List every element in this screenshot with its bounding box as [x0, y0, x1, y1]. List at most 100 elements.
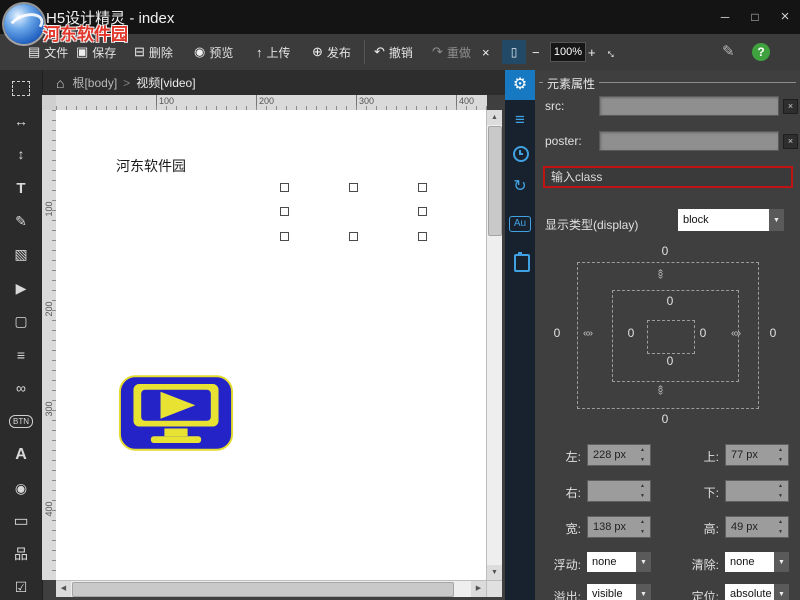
redo-button[interactable]: ↷ 重做	[432, 34, 471, 70]
overflow-value: visible	[587, 584, 636, 600]
display-select[interactable]: block ▼	[678, 209, 784, 231]
canvas-text-element[interactable]: 河东软件园	[116, 156, 186, 176]
minimize-button[interactable]: ─	[714, 7, 736, 27]
clear-poster-button[interactable]: ×	[783, 134, 798, 149]
position-value: absolute	[725, 584, 774, 600]
left-field[interactable]: 228 px	[587, 444, 651, 466]
tool-button[interactable]: BTN	[7, 407, 35, 435]
timeline-panel-button[interactable]	[513, 146, 529, 162]
float-select[interactable]: none ▼	[587, 552, 651, 572]
audio-panel-button[interactable]: Au	[509, 216, 531, 232]
clipboard-panel-button[interactable]	[514, 254, 530, 272]
tool-label[interactable]: A	[7, 441, 35, 469]
zoom-out-button[interactable]: −	[532, 34, 540, 70]
canvas-logo-image[interactable]	[118, 374, 234, 452]
close-button[interactable]: ×	[774, 7, 796, 27]
animation-panel-button[interactable]: ↻	[505, 176, 535, 196]
tool-text[interactable]: T	[7, 174, 35, 202]
scroll-up-icon[interactable]: ▲	[487, 110, 502, 125]
poster-input[interactable]	[599, 131, 779, 151]
properties-panel-button[interactable]: ⚙	[505, 70, 535, 100]
tool-radio[interactable]: ◉	[7, 474, 35, 502]
delete-button[interactable]: ⊟ 删除	[134, 34, 173, 70]
selection-handle[interactable]	[349, 183, 358, 192]
spinner-icon[interactable]	[640, 482, 649, 500]
clear-select[interactable]: none ▼	[725, 552, 789, 572]
spinner-icon[interactable]	[778, 446, 787, 464]
design-canvas[interactable]: 河东软件园	[56, 110, 486, 580]
selection-handle[interactable]	[418, 207, 427, 216]
selection-handle[interactable]	[280, 207, 289, 216]
selection-handle[interactable]	[418, 232, 427, 241]
right-field[interactable]	[587, 480, 651, 502]
tool-form[interactable]: ✎	[7, 207, 35, 235]
redo-label: 重做	[447, 44, 471, 61]
breadcrumb-root[interactable]: 根[body]	[72, 74, 117, 91]
vertical-scrollbar[interactable]: ▲ ▼	[486, 110, 502, 580]
selection-handle[interactable]	[280, 183, 289, 192]
upload-button[interactable]: ↑ 上传	[256, 34, 291, 70]
undo-button[interactable]: ↶ 撤销	[374, 34, 413, 70]
margin-right-value: 0	[763, 326, 783, 340]
spinner-icon[interactable]	[640, 518, 649, 536]
home-icon[interactable]: ⌂	[56, 75, 64, 91]
spinner-icon[interactable]	[640, 446, 649, 464]
box-model-content	[647, 320, 695, 354]
tool-horizontal-resize[interactable]: ↔	[7, 107, 35, 135]
spinner-icon[interactable]	[778, 518, 787, 536]
tool-video[interactable]: ▶	[7, 274, 35, 302]
scroll-down-icon[interactable]: ▼	[487, 565, 502, 580]
width-field[interactable]: 138 px	[587, 516, 651, 538]
device-view-button[interactable]: ▯	[502, 40, 526, 64]
tool-textarea[interactable]: ≡	[7, 341, 35, 369]
tool-tree[interactable]: 品	[7, 540, 35, 568]
clear-canvas-button[interactable]: ×	[482, 34, 490, 70]
margin-bottom-value: 0	[655, 412, 675, 426]
clear-src-button[interactable]: ×	[783, 99, 798, 114]
redo-icon: ↷	[432, 44, 443, 60]
ruler-label: 200	[256, 95, 274, 110]
rect-icon: ▭	[13, 511, 28, 531]
preview-label: 预览	[209, 44, 233, 61]
scroll-right-icon[interactable]: ▶	[471, 581, 486, 597]
selection-handle[interactable]	[280, 232, 289, 241]
scroll-left-icon[interactable]: ◀	[56, 581, 71, 597]
tool-link[interactable]: ∞	[7, 374, 35, 402]
horizontal-scroll-thumb[interactable]	[72, 582, 454, 597]
tool-image[interactable]: ▧	[7, 240, 35, 268]
position-select[interactable]: absolute ▼	[725, 584, 789, 600]
zoom-in-button[interactable]: +	[588, 34, 596, 70]
horizontal-scrollbar[interactable]: ◀ ▶	[56, 580, 486, 597]
top-field[interactable]: 77 px	[725, 444, 789, 466]
save-button[interactable]: ▣ 保存	[76, 34, 116, 70]
selection-handle[interactable]	[349, 232, 358, 241]
file-button[interactable]: ▤ 文件	[28, 34, 68, 70]
help-button[interactable]: ?	[752, 43, 770, 61]
zoom-level[interactable]: 100%	[550, 42, 586, 62]
tool-checkbox[interactable]: ☑	[7, 573, 35, 600]
src-input[interactable]	[599, 96, 779, 116]
position-label: 定位:	[679, 588, 719, 600]
publish-button[interactable]: ⊕ 发布	[312, 34, 351, 70]
preview-button[interactable]: ◉ 预览	[194, 34, 233, 70]
layers-panel-button[interactable]: ≡	[505, 110, 535, 130]
tool-marquee-select[interactable]	[7, 74, 35, 102]
tool-rect[interactable]: ▭	[7, 507, 35, 535]
marquee-icon	[12, 81, 30, 96]
height-field[interactable]: 49 px	[725, 516, 789, 538]
tool-vertical-resize[interactable]: ↕	[7, 140, 35, 168]
breadcrumb-current[interactable]: 视频[video]	[136, 74, 195, 91]
bottom-field[interactable]	[725, 480, 789, 502]
vertical-scroll-thumb[interactable]	[488, 126, 502, 236]
selection-handle[interactable]	[418, 183, 427, 192]
edit-code-button[interactable]: ✎	[722, 42, 735, 60]
class-input[interactable]	[543, 166, 793, 188]
undo-icon: ↶	[374, 44, 385, 60]
overflow-select[interactable]: visible ▼	[587, 584, 651, 600]
tool-page[interactable]: ▢	[7, 307, 35, 335]
left-value: 228 px	[593, 445, 626, 465]
maximize-button[interactable]: □	[744, 7, 766, 27]
resize-arrows-icon: «»	[655, 269, 666, 278]
spinner-icon[interactable]	[778, 482, 787, 500]
resize-canvas-button[interactable]: ↔	[606, 34, 619, 70]
